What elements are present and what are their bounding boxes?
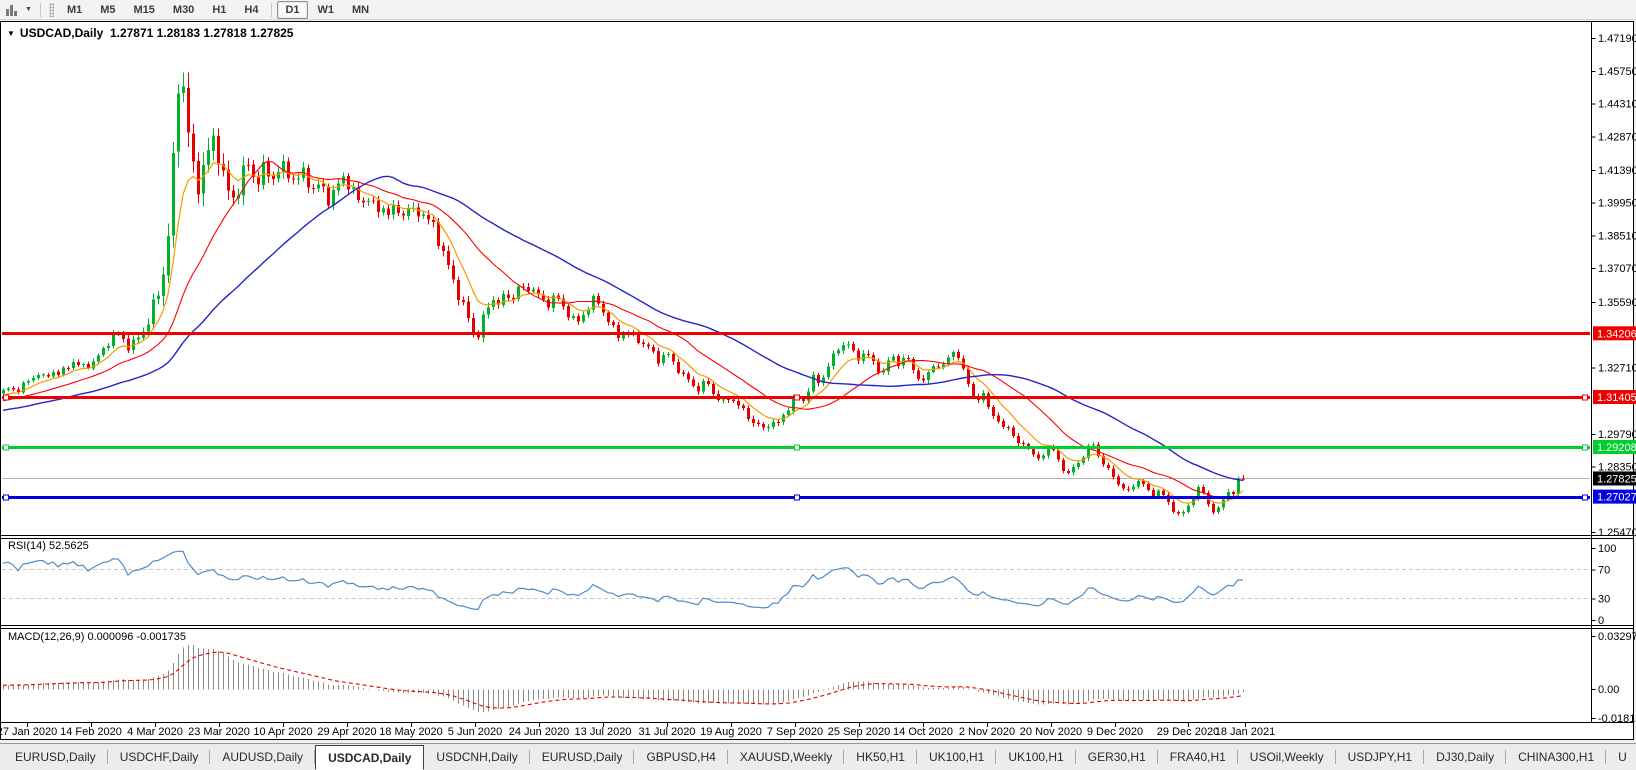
tab-USDCHF-Daily[interactable]: USDCHF,Daily	[108, 744, 211, 770]
tab-UK100-H1[interactable]: UK100,H1	[917, 744, 997, 770]
chart-ohlc-values: 1.27871 1.28183 1.27818 1.27825	[109, 26, 294, 40]
tab-USOil-Weekly[interactable]: USOil,Weekly	[1238, 744, 1336, 770]
tab-CHINA300-H1[interactable]: CHINA300,H1	[1506, 744, 1607, 770]
macd-label: MACD(12,26,9) 0.000096 -0.001735	[8, 631, 186, 643]
period-button-H4[interactable]: H4	[236, 1, 266, 19]
period-button-D1[interactable]: D1	[277, 0, 308, 19]
tab-DJ30-Daily[interactable]: DJ30,Daily	[1424, 744, 1507, 770]
period-button-M30[interactable]: M30	[165, 1, 202, 19]
tab-U[interactable]: U	[1606, 744, 1636, 770]
tab-AUDUSD-Daily[interactable]: AUDUSD,Daily	[210, 744, 316, 770]
tab-HK50-H1[interactable]: HK50,H1	[844, 744, 917, 770]
dropdown-caret-icon[interactable]: ▼	[25, 6, 32, 13]
collapse-triangle-icon[interactable]: ▼	[7, 29, 15, 38]
period-button-M15[interactable]: M15	[126, 1, 163, 19]
tab-USDCNH-Daily[interactable]: USDCNH,Daily	[424, 744, 530, 770]
chart-tabs-bar: EURUSD,Daily USDCHF,Daily AUDUSD,Daily USDC…	[0, 743, 1636, 770]
tab-GBPUSD-H4[interactable]: GBPUSD,H4	[634, 744, 728, 770]
period-button-W1[interactable]: W1	[310, 1, 343, 19]
chart-symbol-period: USDCAD,Daily	[19, 26, 104, 40]
period-button-H1[interactable]: H1	[204, 1, 234, 19]
period-button-M5[interactable]: M5	[92, 1, 123, 19]
tab-EURUSD-Daily[interactable]: EURUSD,Daily	[530, 744, 635, 770]
tab-UK100-H1[interactable]: UK100,H1	[996, 744, 1076, 770]
chart-type-icon[interactable]	[4, 3, 22, 17]
tab-USDJPY-H1[interactable]: USDJPY,H1	[1336, 744, 1425, 770]
tab-GER30-H1[interactable]: GER30,H1	[1076, 744, 1158, 770]
mt4-terminal: ▼ M1 M5 M15 M30 H1 H4 D1 W1 MN 1.47190 1.45750 1.4…	[0, 0, 1636, 770]
chart-title-bar: ▼ USDCAD,Daily 1.27871 1.28183 1.27818 1.…	[7, 26, 293, 40]
rsi-label: RSI(14) 52.5625	[8, 540, 89, 552]
timeframe-toolbar: ▼ M1 M5 M15 M30 H1 H4 D1 W1 MN	[0, 0, 1636, 20]
period-button-MN[interactable]: MN	[344, 1, 377, 19]
tab-FRA40-H1[interactable]: FRA40,H1	[1158, 744, 1238, 770]
period-button-M1[interactable]: M1	[59, 1, 90, 19]
tab-XAUUSD-Weekly[interactable]: XAUUSD,Weekly	[728, 744, 845, 770]
tab-EURUSD-Daily[interactable]: EURUSD,Daily	[3, 744, 108, 770]
toolbar-separator	[39, 2, 41, 17]
tab-USDCAD-Daily[interactable]: USDCAD,Daily	[315, 745, 425, 770]
toolbar-separator	[271, 2, 273, 17]
chart-window[interactable]	[0, 21, 1634, 740]
toolbar-grip[interactable]	[48, 2, 54, 17]
